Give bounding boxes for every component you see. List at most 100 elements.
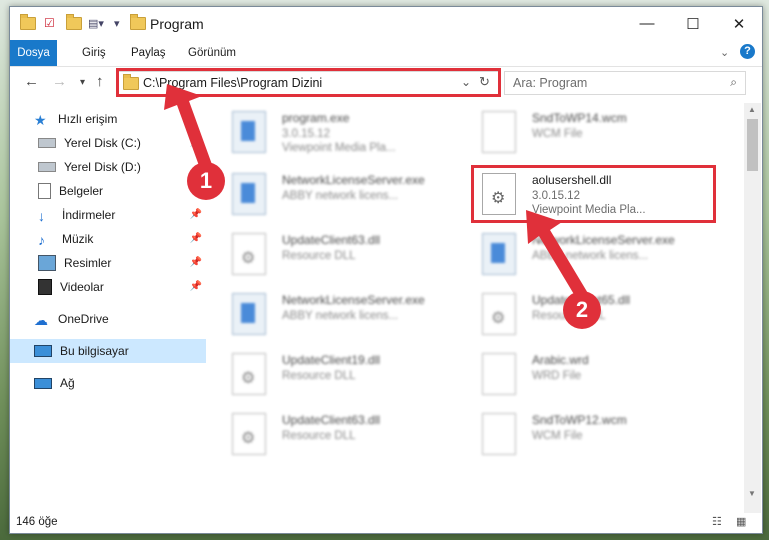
music-icon: ♪	[38, 232, 45, 248]
gear-icon: ⚙	[241, 370, 256, 387]
search-icon: ⌕	[730, 75, 737, 89]
up-button[interactable]: ↑	[96, 73, 104, 90]
file-name: SndToWP12.wcm	[532, 413, 627, 427]
file-info: Resource DLL	[282, 370, 356, 382]
highlight-address	[116, 68, 501, 97]
download-icon: ↓	[38, 208, 45, 224]
document-file-icon	[482, 353, 516, 395]
nav-label: Videolar	[60, 280, 104, 294]
search-input[interactable]: Ara: Program ⌕	[504, 71, 746, 95]
status-bar: 146 öğe ☷ ▦	[10, 513, 762, 533]
file-info: 3.0.15.12	[282, 128, 330, 140]
pictures-icon	[38, 255, 56, 271]
scroll-thumb[interactable]	[747, 119, 758, 171]
star-icon: ★	[34, 112, 47, 128]
maximize-button[interactable]: ☐	[670, 7, 716, 40]
vertical-scrollbar[interactable]: ▲ ▼	[744, 103, 761, 513]
dll-file-icon: ⚙	[482, 293, 516, 335]
file-tile[interactable]: SndToWP14.wcm WCM File	[476, 105, 716, 165]
file-tile[interactable]: NetworkLicenseServer.exe ABBY network lic…	[476, 227, 716, 287]
nav-label: İndirmeler	[62, 208, 116, 222]
new-folder-icon[interactable]	[66, 13, 82, 32]
tab-view[interactable]: Görünüm	[178, 40, 246, 66]
customize-toolbar-icon[interactable]: ▾	[114, 14, 120, 32]
file-tile[interactable]: Arabic.wrd WRD File	[476, 347, 716, 407]
nav-label: Ağ	[60, 376, 75, 390]
gear-icon: ⚙	[241, 250, 256, 267]
video-icon	[38, 279, 52, 295]
drive-icon	[38, 138, 56, 148]
scroll-down-icon[interactable]: ▼	[748, 489, 756, 498]
back-button[interactable]: ←	[24, 73, 39, 90]
file-tile[interactable]: ⚙ UpdateClient63.dll Resource DLL	[226, 407, 466, 467]
folder-icon	[20, 13, 36, 32]
forward-button[interactable]: →	[52, 73, 67, 90]
document-file-icon	[482, 111, 516, 153]
nav-network[interactable]: Ağ	[10, 371, 206, 395]
tab-file[interactable]: Dosya	[10, 40, 57, 66]
recent-locations-icon[interactable]: ▾	[80, 77, 85, 88]
title-bar: ☑ ▤▾ ▾ Program — ☐ ✕	[10, 7, 762, 40]
file-tile[interactable]: NetworkLicenseServer.exe ABBY network lic…	[226, 167, 466, 227]
file-tile[interactable]: SndToWP12.wcm WCM File	[476, 407, 716, 467]
file-name: UpdateClient19.dll	[282, 353, 381, 367]
large-icons-view-icon[interactable]: ▦	[736, 515, 746, 528]
file-list: program.exe 3.0.15.12 Viewpoint Media Pla.…	[226, 103, 742, 509]
nav-label: Resimler	[64, 256, 112, 270]
file-name: NetworkLicenseServer.exe	[532, 233, 675, 247]
nav-downloads[interactable]: ↓ İndirmeler 📌	[10, 203, 206, 227]
file-tile[interactable]: ⚙ UpdateClient63.dll Resource DLL	[226, 227, 466, 287]
tab-share[interactable]: Paylaş	[121, 40, 176, 66]
file-info: WRD File	[532, 370, 582, 382]
nav-label: Bu bilgisayar	[60, 344, 129, 358]
file-info: ABBY network licens...	[532, 250, 649, 262]
dll-file-icon: ⚙	[232, 233, 266, 275]
scroll-up-icon[interactable]: ▲	[748, 105, 756, 114]
nav-label: OneDrive	[58, 312, 109, 326]
expand-ribbon-icon[interactable]: ⌄	[720, 46, 729, 59]
minimize-button[interactable]: —	[624, 7, 670, 40]
file-tile[interactable]: program.exe 3.0.15.12 Viewpoint Media Pla.…	[226, 105, 466, 165]
exe-file-icon	[232, 293, 266, 335]
nav-onedrive[interactable]: ☁ OneDrive	[10, 307, 206, 331]
file-name: SndToWP14.wcm	[532, 111, 627, 125]
nav-music[interactable]: ♪ Müzik 📌	[10, 227, 206, 251]
nav-label: Yerel Disk (D:)	[64, 160, 141, 174]
step-marker-2: 2	[563, 291, 601, 329]
nav-documents[interactable]: Belgeler	[10, 179, 206, 203]
file-name: program.exe	[282, 111, 350, 125]
view-icon[interactable]: ▤▾	[88, 14, 104, 32]
file-name: UpdateClient63.dll	[282, 413, 381, 427]
nav-videos[interactable]: Videolar 📌	[10, 275, 206, 299]
nav-drive-d[interactable]: Yerel Disk (D:)	[10, 155, 206, 179]
nav-pictures[interactable]: Resimler 📌	[10, 251, 206, 275]
file-info: Resource DLL	[282, 430, 356, 442]
help-icon[interactable]: ?	[740, 44, 755, 59]
nav-this-pc[interactable]: Bu bilgisayar	[10, 339, 206, 363]
nav-label: Belgeler	[59, 184, 104, 198]
exe-file-icon	[232, 111, 266, 153]
item-count: 146 öğe	[16, 516, 58, 528]
computer-icon	[34, 345, 52, 357]
properties-icon[interactable]: ☑	[44, 14, 55, 32]
documents-icon	[38, 183, 51, 199]
file-name: NetworkLicenseServer.exe	[282, 173, 425, 187]
nav-label: Yerel Disk (C:)	[64, 136, 141, 150]
drive-icon	[38, 162, 56, 172]
pin-icon: 📌	[189, 209, 202, 220]
pin-icon: 📌	[189, 257, 202, 268]
tab-home[interactable]: Giriş	[72, 40, 116, 66]
file-info: Resource DLL	[282, 250, 356, 262]
details-view-icon[interactable]: ☷	[712, 515, 722, 528]
highlight-file	[471, 165, 716, 223]
gear-icon: ⚙	[491, 310, 506, 327]
file-tile[interactable]: NetworkLicenseServer.exe ABBY network lic…	[226, 287, 466, 347]
ribbon: Dosya Giriş Paylaş Görünüm ⌄ ?	[10, 40, 762, 67]
close-button[interactable]: ✕	[716, 7, 762, 40]
step-marker-1: 1	[187, 162, 225, 200]
search-placeholder: Ara: Program	[513, 76, 588, 90]
nav-drive-c[interactable]: Yerel Disk (C:) 📌	[10, 131, 206, 155]
file-tile[interactable]: ⚙ UpdateClient19.dll Resource DLL	[226, 347, 466, 407]
nav-quick-access[interactable]: ★ Hızlı erişim	[10, 107, 206, 131]
exe-file-icon	[482, 233, 516, 275]
